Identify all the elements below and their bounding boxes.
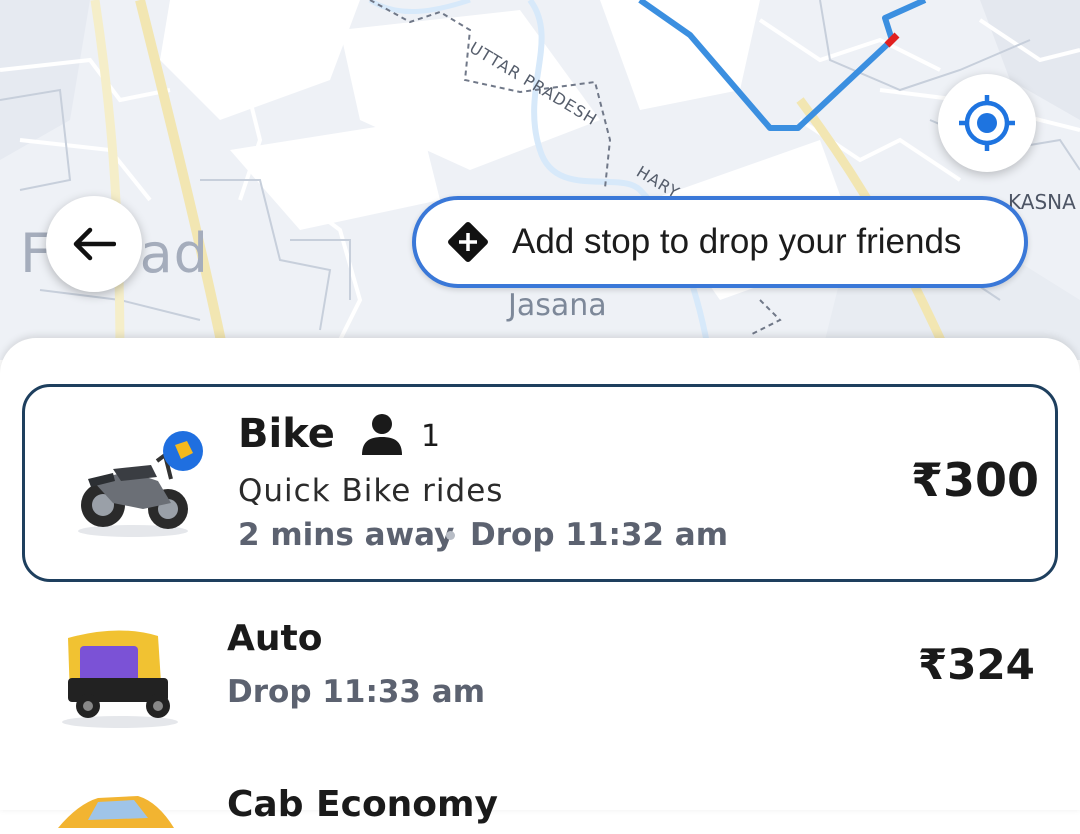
add-stop-button[interactable]: Add stop to drop your friends <box>412 196 1028 288</box>
ride-options-sheet: Bike 1 Quick Bike rides 2 mins away Drop… <box>0 338 1080 828</box>
ride-option-cab-economy[interactable]: Cab Economy <box>0 774 1080 834</box>
directions-diamond-icon <box>448 222 488 262</box>
motorbike-icon <box>78 431 203 537</box>
ride-price: ₹300 <box>910 453 1039 507</box>
ride-option-auto[interactable]: Auto Drop 11:33 am ₹324 <box>0 608 1080 738</box>
back-button[interactable] <box>46 196 142 292</box>
separator-dot <box>446 531 455 540</box>
ride-eta: 2 mins away <box>238 517 455 553</box>
map-label-jasana: Jasana <box>508 288 607 323</box>
arrow-left-icon <box>73 227 116 261</box>
person-icon <box>362 414 402 455</box>
ride-capacity: 1 <box>421 419 441 454</box>
ride-name: Bike <box>238 411 335 457</box>
map-view[interactable]: F abad Jasana UTTAR PRADESH HARY KASNA A… <box>0 0 1080 360</box>
ride-option-bike[interactable]: Bike 1 Quick Bike rides 2 mins away Drop… <box>22 384 1058 582</box>
ride-drop-time: Drop 11:33 am <box>227 674 485 710</box>
ride-price: ₹324 <box>918 640 1035 689</box>
car-icon <box>58 796 174 828</box>
add-stop-label: Add stop to drop your friends <box>512 222 962 261</box>
auto-rickshaw-icon <box>62 630 178 728</box>
ride-name: Auto <box>227 618 323 659</box>
locate-me-button[interactable] <box>938 74 1036 172</box>
map-label-kasna: KASNA <box>1008 190 1076 214</box>
ride-name: Cab Economy <box>227 784 499 825</box>
crosshair-location-icon <box>959 95 1015 151</box>
ride-drop-time: Drop 11:32 am <box>470 517 728 553</box>
ride-description: Quick Bike rides <box>238 473 504 509</box>
